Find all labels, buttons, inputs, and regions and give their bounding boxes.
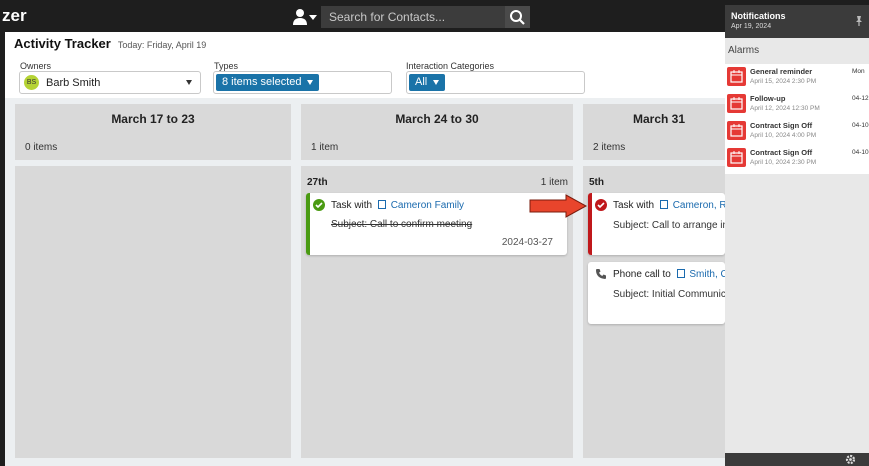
- categories-label: Interaction Categories: [406, 61, 495, 71]
- card-title: Phone call to Smith, Cel: [613, 269, 725, 280]
- search-icon: [510, 10, 525, 25]
- chevron-down-icon: [433, 79, 440, 85]
- notifications-header: Notifications Apr 19, 2024: [725, 5, 869, 38]
- card-title: Task with Cameron Family: [331, 200, 464, 211]
- avatar: BS: [24, 75, 39, 90]
- day-label: 5th: [589, 177, 604, 188]
- contact-link[interactable]: Cameron Family: [391, 200, 464, 211]
- week-count: 2 items: [593, 142, 626, 153]
- notifications-title: Notifications: [731, 11, 786, 21]
- alarm-item[interactable]: Follow-up April 12, 2024 12:30 PM 04-12: [725, 91, 869, 118]
- card-prefix: Phone call to: [613, 269, 671, 280]
- page-title: Activity Tracker: [14, 36, 111, 51]
- categories-pill[interactable]: All: [409, 74, 446, 91]
- alarm-date: April 10, 2024 2:30 PM: [750, 159, 817, 166]
- week-body-3: 5th Task with Cameron, Rob Subject: Call…: [583, 166, 725, 458]
- card-subject: Subject: Initial Communica: [613, 289, 725, 300]
- contact-link[interactable]: Smith, Cel: [689, 269, 725, 280]
- alarm-side: 04-10: [852, 149, 869, 156]
- search-input[interactable]: Search for Contacts...: [321, 6, 505, 28]
- alarm-side: 04-12: [852, 95, 869, 102]
- activity-card[interactable]: Phone call to Smith, Cel Subject: Initia…: [588, 262, 725, 324]
- today-label: Today: Friday, April 19: [117, 40, 207, 50]
- card-title: Task with Cameron, Rob: [613, 200, 725, 211]
- alarm-item[interactable]: Contract Sign Off April 10, 2024 2:30 PM…: [725, 145, 869, 172]
- alarm-date: April 12, 2024 12:30 PM: [750, 105, 820, 112]
- card-subject: Subject: Call to confirm meeting: [331, 219, 473, 230]
- week-header-1: March 17 to 23 0 items: [15, 104, 291, 160]
- calendar-icon: [727, 94, 746, 113]
- chevron-down-icon: [307, 79, 314, 85]
- alarm-side: 04-10: [852, 122, 869, 129]
- week-body-1: [15, 166, 291, 458]
- app-logo[interactable]: zer: [2, 6, 27, 26]
- pin-icon[interactable]: [854, 15, 864, 27]
- day-label: 27th: [307, 177, 328, 188]
- alarm-name: Contract Sign Off: [750, 148, 813, 157]
- week-title: March 31: [633, 112, 686, 126]
- card-subject: Subject: Call to arrange in p: [613, 220, 725, 231]
- calendar-icon: [727, 67, 746, 86]
- alarm-date: April 15, 2024 2:30 PM: [750, 78, 817, 85]
- week-header-2: March 24 to 30 1 item: [301, 104, 573, 160]
- categories-select[interactable]: All: [406, 71, 585, 94]
- contact-link[interactable]: Cameron, Rob: [673, 200, 725, 211]
- check-circle-icon: [595, 199, 607, 211]
- contact-card-icon: [377, 200, 386, 209]
- chevron-down-icon: [186, 80, 192, 85]
- notifications-panel: Notifications Apr 19, 2024 Alarms Genera…: [725, 5, 869, 466]
- search-button[interactable]: [505, 6, 530, 28]
- page-header: Activity Tracker Today: Friday, April 19: [14, 36, 206, 51]
- notifications-footer: [725, 453, 869, 466]
- alarm-name: Contract Sign Off: [750, 121, 813, 130]
- owner-name: Barb Smith: [46, 77, 101, 89]
- gear-icon[interactable]: [844, 453, 857, 466]
- owners-select[interactable]: BS Barb Smith: [19, 71, 201, 94]
- week-count: 1 item: [311, 142, 339, 153]
- day-count: 1 item: [540, 177, 568, 188]
- week-title: March 17 to 23: [111, 112, 195, 126]
- alarm-list: General reminder April 15, 2024 2:30 PM …: [725, 64, 869, 174]
- types-pill[interactable]: 8 items selected: [216, 74, 320, 91]
- activity-tracker-main: Activity Tracker Today: Friday, April 19…: [5, 32, 725, 466]
- activity-card[interactable]: Task with Cameron, Rob Subject: Call to …: [588, 193, 725, 255]
- card-prefix: Task with: [331, 200, 373, 211]
- status-bar: [306, 193, 310, 255]
- week-title: March 24 to 30: [395, 112, 479, 126]
- calendar-icon: [727, 148, 746, 167]
- status-bar: [588, 193, 592, 255]
- types-value: 8 items selected: [222, 76, 302, 88]
- check-circle-icon: [313, 199, 325, 211]
- phone-icon: [595, 268, 607, 280]
- card-date: 2024-03-27: [501, 237, 553, 248]
- annotation-arrow-icon: [529, 194, 588, 218]
- alarm-name: Follow-up: [750, 94, 786, 103]
- alarm-name: General reminder: [750, 67, 813, 76]
- week-header-3: March 31 2 items: [583, 104, 725, 160]
- alarm-item[interactable]: Contract Sign Off April 10, 2024 4:00 PM…: [725, 118, 869, 145]
- contact-card-icon: [676, 269, 685, 278]
- activity-card[interactable]: Task with Cameron Family Subject: Call t…: [306, 193, 567, 255]
- week-count: 0 items: [25, 142, 58, 153]
- types-label: Types: [214, 61, 239, 71]
- owners-label: Owners: [20, 61, 52, 71]
- user-icon[interactable]: [292, 8, 320, 26]
- alarm-date: April 10, 2024 4:00 PM: [750, 132, 817, 139]
- calendar-icon: [727, 121, 746, 140]
- alarm-side: Mon: [852, 68, 865, 75]
- types-select[interactable]: 8 items selected: [213, 71, 392, 94]
- notifications-date: Apr 19, 2024: [731, 23, 772, 30]
- alarms-label: Alarms: [728, 45, 760, 56]
- contact-card-icon: [659, 200, 668, 209]
- alarm-item[interactable]: General reminder April 15, 2024 2:30 PM …: [725, 64, 869, 91]
- categories-value: All: [415, 76, 428, 88]
- card-prefix: Task with: [613, 200, 655, 211]
